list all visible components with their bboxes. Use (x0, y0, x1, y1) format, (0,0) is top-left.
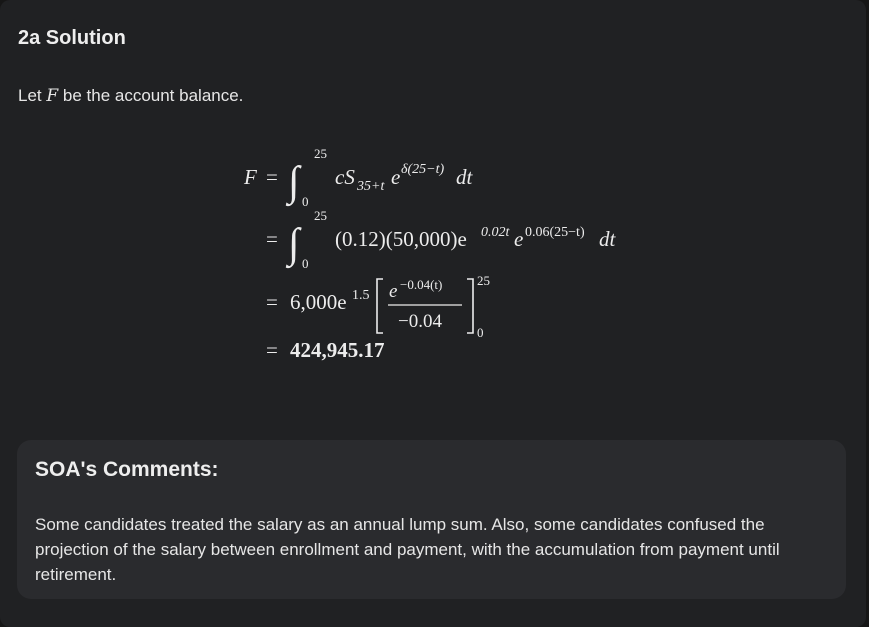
integral-upper-limit-1: 25 (314, 146, 327, 161)
left-bracket (376, 278, 383, 334)
equation-equals-3: = (266, 290, 278, 314)
equation-equals-4: = (266, 338, 278, 362)
line2-exp-base: e (514, 227, 523, 251)
line2-exponent-2: 0.06(25−t) (525, 225, 585, 240)
integral-upper-limit-2: 25 (314, 208, 327, 223)
solution-card: 2a Solution Let F be the account balance… (0, 0, 866, 627)
fraction-numerator-base: e (389, 281, 397, 302)
equation-equals-2: = (266, 227, 278, 251)
line2-integrand: (0.12)(50,000)e (335, 227, 467, 251)
integral-sign-1: ∫ (285, 159, 302, 207)
fraction-denominator: −0.04 (398, 311, 442, 332)
comments-body: Some candidates treated the salary as an… (35, 515, 780, 584)
equation-lhs: F (243, 165, 257, 189)
integral-sign-2: ∫ (285, 221, 302, 269)
integral-lower-limit-1: 0 (302, 194, 309, 209)
evaluation-lower-limit: 0 (477, 325, 484, 340)
line1-subscript: 35+t (356, 179, 385, 194)
line2-dt: dt (599, 227, 617, 251)
line1-integrand: cS (335, 165, 355, 189)
equation-block: F = ∫ 25 0 cS 35+t e δ(25−t) dt = ∫ 25 0… (243, 146, 617, 362)
equation-equals-1: = (266, 165, 278, 189)
right-bracket (467, 278, 474, 334)
comments-heading: SOA's Comments: (35, 458, 219, 481)
line1-dt: dt (456, 165, 474, 189)
line3-coefficient-exponent: 1.5 (352, 288, 370, 303)
evaluation-upper-limit: 25 (477, 273, 490, 288)
line3-coefficient: 6,000e (290, 290, 347, 314)
line1-exponent: δ(25−t) (401, 162, 445, 177)
soa-comments-box: SOA's Comments: Some candidates treated … (17, 440, 846, 599)
integral-lower-limit-2: 0 (302, 256, 309, 271)
final-result: 424,945.17 (290, 338, 385, 362)
line2-exponent-1: 0.02t (481, 225, 511, 240)
fraction-numerator-exponent: −0.04(t) (400, 277, 442, 292)
line1-exp-base: e (391, 165, 400, 189)
